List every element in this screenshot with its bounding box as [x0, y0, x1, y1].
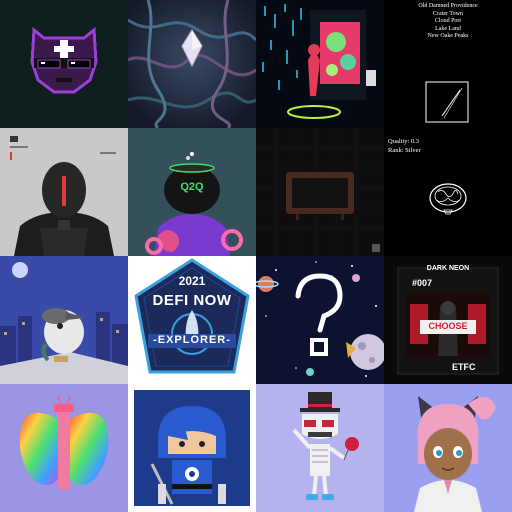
nft-tile-question-mark[interactable]	[256, 256, 384, 384]
card-footer: ETFC	[452, 362, 476, 372]
nft-tile-pixel-cat[interactable]	[0, 0, 128, 128]
dark-neon-card-icon	[397, 267, 499, 375]
badge-title: DEFI NOW	[152, 292, 232, 309]
nft-tile-cat-ear-girl[interactable]	[384, 384, 512, 512]
nft-tile-retro-tv[interactable]	[256, 128, 384, 256]
cauldron-label: Q2Q	[180, 181, 204, 193]
minimal-line-frame-icon	[425, 81, 469, 123]
badge-year: 2021	[178, 274, 206, 288]
question-mark-space-icon	[256, 261, 384, 377]
nft-tile-dark-neon[interactable]: DARK NEON #007 CHOOSE ETFC	[384, 256, 512, 384]
pixel-cat-with-sunglasses-icon	[30, 27, 98, 94]
card-header: DARK NEON	[426, 265, 470, 272]
nft-tile-cauldron-head[interactable]: Q2Q	[128, 128, 256, 256]
bird-in-cap-cityscape-icon	[0, 262, 128, 384]
abstract-tentacle-crystal-icon	[128, 0, 256, 128]
nft-tile-armored-figure[interactable]	[0, 128, 128, 256]
card-sign: CHOOSE	[428, 321, 468, 331]
top-hat-skeleton-icon	[292, 392, 359, 500]
nft-tile-defi-badge[interactable]: 2021 DEFI NOW -EXPLORER-	[128, 256, 256, 384]
nft-tile-abstract-tentacles[interactable]	[128, 0, 256, 128]
nft-tile-bird-cityscape[interactable]	[0, 256, 128, 384]
nft-tile-neon-room[interactable]	[256, 0, 384, 128]
cat-ear-girl-avatar-icon	[414, 396, 496, 512]
nft-tile-places-map[interactable]: Old Damned Providence Crater Town Cloud …	[384, 0, 512, 128]
nft-tile-rainbow-butterfly[interactable]	[0, 384, 128, 512]
card-number: #007	[412, 278, 433, 288]
armored-helmet-figure-icon	[10, 136, 116, 256]
badge-banner: -EXPLORER-	[153, 334, 231, 346]
neon-gallery-room-icon	[262, 4, 376, 119]
ramen-bowl-line-art-icon	[429, 183, 467, 215]
nft-tile-tophat-skeleton[interactable]	[256, 384, 384, 512]
retro-tv-icon	[256, 128, 384, 256]
nft-gallery-grid: Old Damned Providence Crater Town Cloud …	[0, 0, 512, 512]
nft-tile-blue-ninja[interactable]	[128, 384, 256, 512]
rainbow-butterfly-cake-icon	[19, 395, 109, 490]
blue-ninja-character-icon	[134, 390, 250, 506]
nft-tile-ramen-bowl[interactable]: Quality: 0.3 Rank: Silver	[384, 128, 512, 256]
